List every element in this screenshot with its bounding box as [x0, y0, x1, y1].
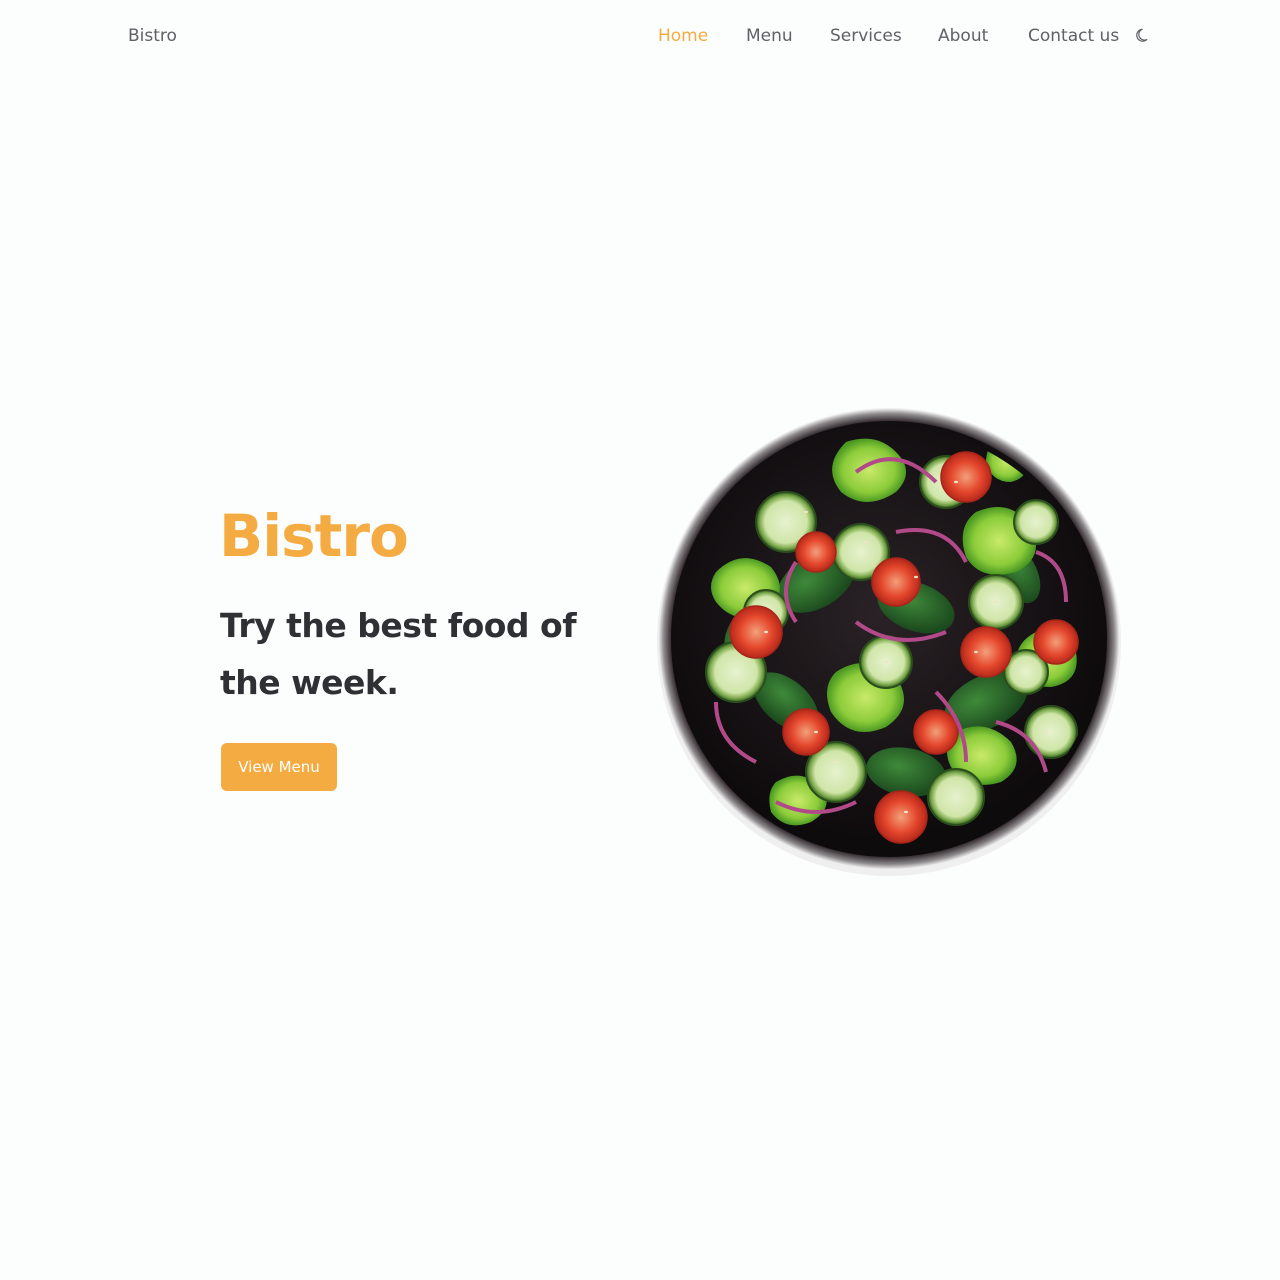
hero-title: Bistro: [219, 502, 409, 570]
moon-icon: [1136, 28, 1148, 42]
view-menu-button[interactable]: View Menu: [221, 743, 337, 791]
nav-link-about[interactable]: About: [938, 24, 988, 48]
hero-subtitle: Try the best food of the week.: [220, 606, 577, 702]
nav-link-services[interactable]: Services: [830, 24, 902, 48]
nav-link-contact-us[interactable]: Contact us: [1028, 24, 1119, 48]
main-nav: Home Menu Services About Contact us: [640, 24, 1120, 48]
theme-toggle-button[interactable]: [1134, 24, 1154, 46]
nav-link-home[interactable]: Home: [658, 24, 708, 48]
nav-link-menu[interactable]: Menu: [746, 24, 793, 48]
site-header: Bistro Home Menu Services About Contact …: [0, 0, 1280, 72]
page: Bistro Home Menu Services About Contact …: [0, 0, 1280, 1280]
salad-bowl-image: [656, 402, 1122, 876]
salad-plate-illustration: [657, 408, 1121, 876]
brand-logo-link[interactable]: Bistro: [128, 24, 177, 48]
